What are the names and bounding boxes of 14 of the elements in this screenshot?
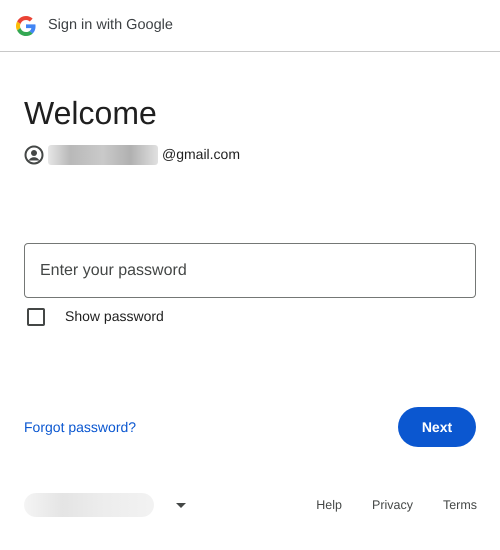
forgot-password-link[interactable]: Forgot password? — [24, 416, 136, 438]
footer-link[interactable]: Terms — [442, 496, 477, 515]
caret-icon — [176, 502, 186, 508]
footer-link[interactable]: Privacy — [372, 496, 413, 515]
email-text: @gmail.com — [162, 145, 240, 164]
welcome-heading: Welcome — [24, 94, 158, 132]
show-password-label: Show password — [65, 307, 164, 326]
header-title: Sign in with Google — [48, 16, 173, 35]
account-icon — [24, 144, 44, 165]
next-button[interactable]: Next — [398, 407, 476, 448]
footer-link[interactable]: Help — [316, 496, 342, 515]
logo-icon — [16, 16, 36, 36]
password-field[interactable]: Enter your password — [24, 243, 476, 298]
show-password-checkbox[interactable] — [27, 308, 45, 326]
